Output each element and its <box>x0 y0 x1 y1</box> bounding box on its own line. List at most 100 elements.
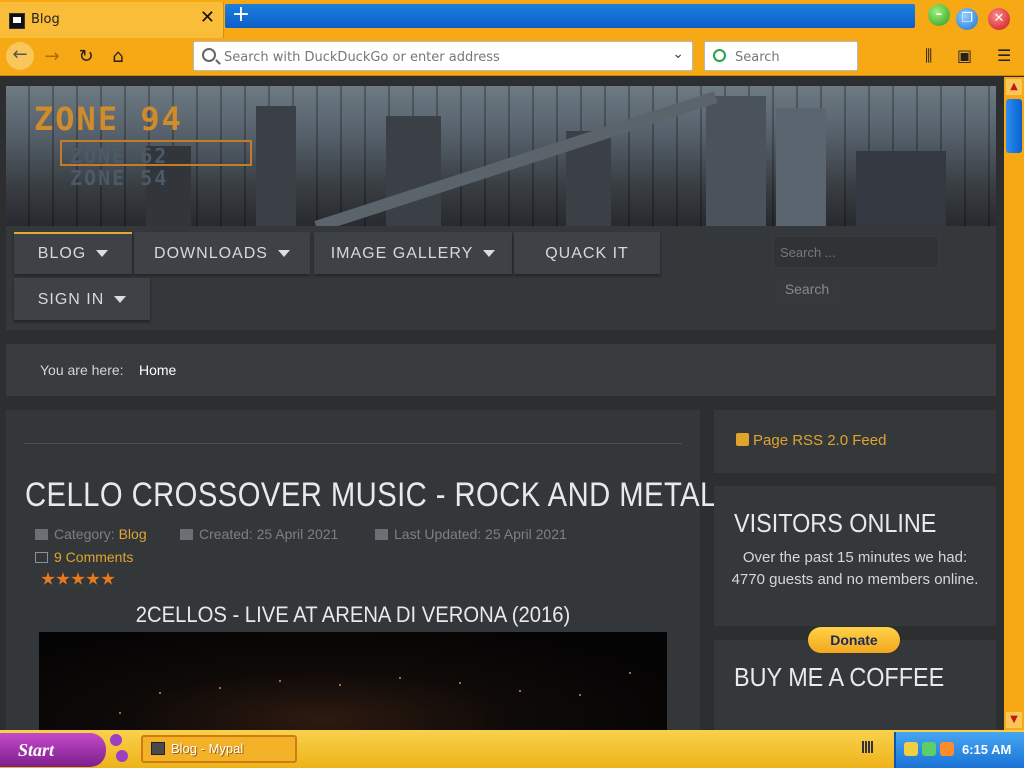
menu-item-blog[interactable]: BLOG <box>14 232 132 274</box>
site-search-button[interactable]: Search <box>772 274 842 304</box>
close-icon: ✕ <box>993 11 1005 26</box>
video-title: 2CELLOS - LIVE AT ARENA DI VERONA (2016) <box>135 602 571 627</box>
menu-item-quack-it[interactable]: QUACK IT <box>514 232 660 274</box>
star-icon[interactable] <box>101 572 115 585</box>
star-icon[interactable] <box>41 572 55 585</box>
menu-item-downloads[interactable]: DOWNLOADS <box>134 232 310 274</box>
article-title[interactable]: CELLO CROSSOVER MUSIC - ROCK AND METAL <box>25 476 717 515</box>
sidebar-icon[interactable]: ▣ <box>957 46 972 65</box>
back-icon[interactable]: ← <box>6 42 34 70</box>
rss-module: Page RSS 2.0 Feed <box>714 410 996 473</box>
menu-item-label: SIGN IN <box>37 291 105 308</box>
article: CELLO CROSSOVER MUSIC - ROCK AND METAL C… <box>6 410 716 730</box>
visitors-module: VISITORS ONLINE Over the past 15 minutes… <box>714 486 996 626</box>
star-icon[interactable] <box>86 572 100 585</box>
home-icon[interactable]: ⌂ <box>104 44 132 70</box>
address-bar[interactable]: ⌄ <box>193 41 693 71</box>
site-logo-sub2: ZONE 54 <box>70 166 169 190</box>
menu-item-label: DOWNLOADS <box>154 245 268 262</box>
updated-date: Last Updated: 25 April 2021 <box>394 526 567 542</box>
donate-button[interactable]: Donate <box>808 627 900 653</box>
site-banner[interactable]: ZONE 94 ZONE 62 ZONE 54 <box>6 86 996 226</box>
keyboard-icon[interactable] <box>862 741 874 753</box>
comment-icon <box>35 552 48 563</box>
rss-label: Page RSS 2.0 Feed <box>753 432 887 449</box>
visitors-title: VISITORS ONLINE <box>734 508 937 538</box>
search-icon <box>202 48 216 62</box>
search-engine-icon <box>713 49 726 62</box>
breadcrumb-label: You are here: <box>40 362 124 378</box>
reload-icon[interactable]: ↻ <box>72 44 100 70</box>
start-ears-icon <box>106 734 134 764</box>
site-logo[interactable]: ZONE 94 <box>34 100 183 138</box>
article-created: Created: 25 April 2021 <box>180 526 338 542</box>
calendar-icon <box>375 529 388 540</box>
breadcrumb-home: Home <box>139 362 177 378</box>
minimize-icon: – <box>935 7 943 22</box>
start-button[interactable]: Start <box>0 733 106 767</box>
site-search-input[interactable] <box>774 237 938 267</box>
category-link[interactable]: Blog <box>119 526 147 542</box>
scroll-down-icon[interactable]: ▼ <box>1006 712 1022 728</box>
menu-item-sign-in[interactable]: SIGN IN <box>14 278 150 320</box>
article-category: Category: Blog <box>35 526 147 542</box>
site-logo-sub1: ZONE 62 <box>70 144 169 168</box>
maximize-button[interactable]: ❐ <box>956 8 978 30</box>
system-tray: 6:15 AM <box>894 732 1024 768</box>
new-tab-button[interactable]: + <box>230 4 252 28</box>
tab-close-icon[interactable]: ✕ <box>200 9 215 27</box>
taskbar: Start Blog - Mypal 6:15 AM <box>0 730 1024 768</box>
network-icon[interactable] <box>922 742 936 756</box>
forward-icon[interactable]: → <box>38 44 66 70</box>
tab-bar-background <box>225 4 915 28</box>
coffee-title: BUY ME A COFFEE <box>734 662 945 692</box>
search-tray-icon[interactable] <box>940 742 954 756</box>
scroll-up-icon[interactable]: ▲ <box>1006 79 1022 95</box>
folder-icon <box>35 529 48 540</box>
tab-blog[interactable]: Blog ✕ <box>0 2 224 38</box>
rss-icon <box>736 433 749 446</box>
comments-link[interactable]: 9 Comments <box>35 549 133 565</box>
close-window-button[interactable]: ✕ <box>988 8 1010 30</box>
page-scrollbar[interactable]: ▲ ▼ <box>1004 77 1024 730</box>
menu-item-label: IMAGE GALLERY <box>330 245 474 262</box>
shield-icon[interactable] <box>904 742 918 756</box>
tab-title: Blog <box>31 12 60 27</box>
search-input[interactable] <box>735 46 853 68</box>
rss-link[interactable]: Page RSS 2.0 Feed <box>736 432 886 449</box>
minimize-button[interactable]: – <box>928 4 950 26</box>
comments-count: 9 Comments <box>54 549 134 565</box>
menu-item-label: BLOG <box>37 245 87 262</box>
menu-item-image-gallery[interactable]: IMAGE GALLERY <box>314 232 512 274</box>
created-date: Created: 25 April 2021 <box>199 526 339 542</box>
calendar-icon <box>180 529 193 540</box>
menu-icon[interactable]: ☰ <box>997 46 1011 65</box>
rating-stars[interactable] <box>41 571 116 590</box>
caret-down-icon <box>483 250 496 258</box>
search-bar[interactable] <box>704 41 858 71</box>
url-input[interactable] <box>224 46 654 68</box>
breadcrumb: You are here: Home <box>6 344 996 396</box>
site-search-field[interactable] <box>773 236 939 268</box>
main-menu: BLOG DOWNLOADS IMAGE GALLERY QUACK IT SI… <box>6 226 996 330</box>
clock[interactable]: 6:15 AM <box>962 742 1011 757</box>
star-icon[interactable] <box>71 572 85 585</box>
site-favicon-icon <box>9 13 25 29</box>
window-app-icon <box>151 742 165 755</box>
chevron-down-icon[interactable]: ⌄ <box>672 46 684 62</box>
taskbar-window-button[interactable]: Blog - Mypal <box>141 735 297 763</box>
divider <box>24 443 682 444</box>
video-player[interactable] <box>39 632 667 730</box>
library-icon[interactable]: ⫼ <box>925 46 932 66</box>
star-icon[interactable] <box>56 572 70 585</box>
caret-down-icon <box>277 250 290 258</box>
navigation-toolbar: ← → ↻ ⌂ ⌄ ⫼ ▣ ☰ <box>0 38 1024 76</box>
visitors-text: Over the past 15 minutes we had: 4770 gu… <box>731 549 979 588</box>
taskbar-window-label: Blog - Mypal <box>171 741 244 756</box>
maximize-icon: ❐ <box>961 11 973 26</box>
coffee-module: BUY ME A COFFEE <box>714 640 996 730</box>
scroll-thumb[interactable] <box>1006 99 1022 153</box>
article-updated: Last Updated: 25 April 2021 <box>375 526 567 542</box>
category-label: Category: <box>54 526 115 542</box>
caret-down-icon <box>114 296 127 304</box>
